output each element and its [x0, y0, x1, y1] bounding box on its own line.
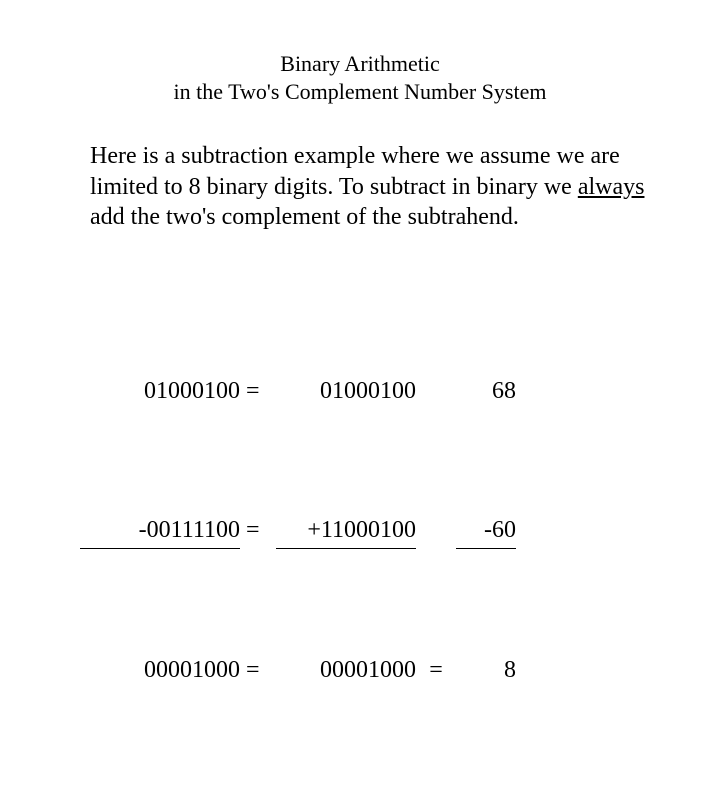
r2-left: -00111100	[80, 513, 240, 549]
r1-right: 68	[456, 374, 516, 409]
r3-right: 8	[456, 653, 516, 688]
math-row-1: 01000100 = 01000100 68	[80, 374, 720, 409]
r2-eq1: =	[240, 513, 276, 549]
r3-mid: 00001000	[276, 653, 416, 688]
r1-mid: 01000100	[276, 374, 416, 409]
math-row-3: 00001000 = 00001000 = 8	[80, 653, 720, 688]
r1-eq1: =	[240, 374, 276, 409]
paragraph-part-2: add the two's complement of the subtrahe…	[90, 204, 519, 230]
r2-mid: +11000100	[276, 513, 416, 549]
r2-eq2	[416, 513, 456, 549]
r2-right: -60	[456, 513, 516, 549]
math-block: 01000100 = 01000100 68 -00111100 = +1100…	[80, 269, 720, 792]
slide: Binary Arithmetic in the Two's Complemen…	[0, 0, 720, 540]
title-line-1: Binary Arithmetic	[0, 50, 720, 78]
paragraph-part-1: Here is a subtraction example where we a…	[90, 143, 620, 200]
r1-left: 01000100	[80, 374, 240, 409]
slide-title: Binary Arithmetic in the Two's Complemen…	[0, 0, 720, 105]
r3-eq1: =	[240, 653, 276, 688]
r1-eq2	[416, 374, 456, 409]
r3-left: 00001000	[80, 653, 240, 688]
title-line-2: in the Two's Complement Number System	[0, 78, 720, 106]
paragraph-underlined: always	[578, 174, 645, 200]
math-row-2: -00111100 = +11000100 -60	[80, 513, 720, 549]
body-paragraph: Here is a subtraction example where we a…	[90, 141, 650, 233]
r3-eq2: =	[416, 653, 456, 688]
